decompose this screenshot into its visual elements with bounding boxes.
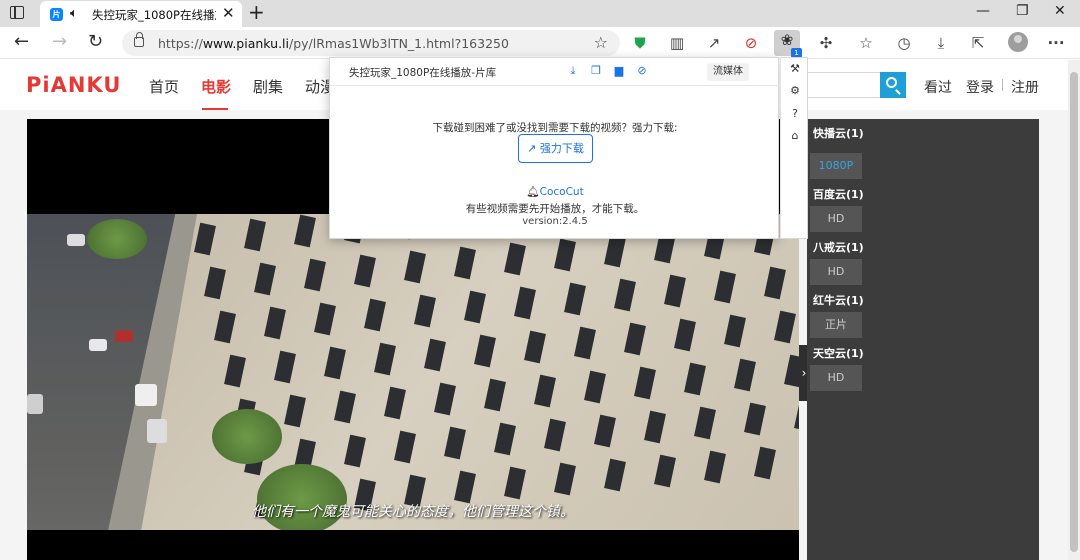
cococut-brand: CocoCut — [539, 186, 584, 198]
car-image — [89, 339, 107, 351]
popup-version: version:2.4.5 — [522, 216, 588, 227]
popup-side-bar: ⚒ ⚙ ? ⌂ — [780, 57, 808, 239]
video-subtitle: 他们有一个魔鬼可能关心的态度，他们管理这个镇。 — [252, 504, 574, 520]
tab-bar: 片 🔈︎ 失控玩家_1080P在线播放-片 ✕ + — ❐ ✕ — [0, 0, 1080, 27]
popup-header: 失控玩家_1080P在线播放-片库 ⤓ ❐ ▆ ⊘ 流媒体 — [330, 58, 780, 86]
gear-icon[interactable]: ⚙ — [788, 84, 802, 98]
search-button[interactable] — [880, 72, 906, 98]
site-logo[interactable]: PiANKU — [26, 73, 121, 97]
menu-item-home[interactable]: 首页 — [149, 76, 179, 97]
screen: 片 🔈︎ 失控玩家_1080P在线播放-片 ✕ + — ❐ ✕ ← → ↻ ht… — [0, 0, 1080, 560]
car-image — [135, 384, 157, 406]
minimize-icon[interactable]: — — [976, 3, 990, 19]
chart-icon[interactable]: ↗ — [704, 33, 724, 53]
reader-icon[interactable]: ▥ — [667, 33, 687, 53]
puzzle-icon[interactable]: ✣ — [816, 33, 836, 53]
login-link[interactable]: 登录 — [966, 77, 994, 97]
scrollbar-thumb[interactable] — [1070, 72, 1078, 552]
download-icon[interactable]: ⤓ — [566, 64, 580, 78]
reload-icon[interactable]: ↻ — [88, 32, 103, 52]
cococut-icon[interactable]: ❀ 1 — [774, 30, 802, 58]
home-icon[interactable]: ⌂ — [788, 129, 802, 143]
window-close-icon[interactable]: ✕ — [1054, 3, 1066, 19]
help-icon[interactable]: ? — [788, 107, 802, 121]
source-button[interactable]: HD — [810, 206, 862, 232]
header-separator — [1002, 79, 1003, 91]
tree-image — [87, 219, 147, 259]
plus-icon[interactable]: + — [248, 1, 265, 23]
back-icon[interactable]: ← — [14, 32, 29, 52]
cococut-popup: 失控玩家_1080P在线播放-片库 ⤓ ❐ ▆ ⊘ 流媒体 下载碰到困难了或没找… — [329, 57, 780, 239]
more-icon[interactable]: ··· — [1046, 33, 1066, 53]
source-group-name: 天空云(1) — [813, 347, 864, 360]
url-text[interactable]: https://www.pianku.li/py/lRmas1Wb3lTN_1.… — [158, 36, 509, 51]
window-icon[interactable] — [10, 6, 24, 19]
popup-title: 失控玩家_1080P在线播放-片库 — [349, 67, 497, 79]
register-link[interactable]: 注册 — [1011, 77, 1039, 97]
hammer-icon: ↗ — [527, 142, 540, 155]
menu-item-series[interactable]: 剧集 — [253, 76, 283, 97]
forward-icon[interactable]: → — [52, 32, 67, 52]
source-group-name: 红牛云(1) — [813, 294, 864, 307]
history-icon[interactable]: ◷ — [894, 33, 914, 53]
address-bar[interactable]: https://www.pianku.li/py/lRmas1Wb3lTN_1.… — [122, 30, 620, 56]
star-add-icon[interactable]: ☆ — [594, 33, 608, 52]
stream-type-tag[interactable]: 流媒体 — [707, 63, 749, 81]
video-frame — [27, 214, 799, 530]
hammer-icon[interactable]: ⚒ — [788, 62, 802, 76]
bell-icon: 🔔︎ — [526, 186, 540, 198]
menu-item-movies[interactable]: 电影 — [201, 76, 231, 97]
popup-note: 有些视频需要先开始播放，才能下载。 — [465, 203, 645, 215]
search-icon — [886, 77, 897, 88]
car-image — [67, 234, 85, 246]
source-group-name: 快播云(1) — [813, 127, 864, 140]
popup-hint: 下载碰到困难了或没找到需要下载的视频？强力下载: — [432, 122, 678, 134]
browser-toolbar: ← → ↻ https://www.pianku.li/py/lRmas1Wb3… — [0, 27, 1080, 59]
lock-icon[interactable] — [134, 32, 144, 47]
avatar[interactable] — [1008, 32, 1028, 52]
file-icon[interactable]: ▆ — [612, 64, 626, 78]
tab-title: 失控玩家_1080P在线播放-片 — [92, 8, 216, 22]
cococut-link[interactable]: 🔔︎CocoCut — [330, 185, 780, 198]
tree-image — [212, 409, 282, 464]
force-download-button[interactable]: ↗ 强力下载 — [518, 134, 593, 163]
search-input[interactable] — [806, 72, 880, 98]
source-button[interactable]: HD — [810, 259, 862, 285]
source-button[interactable]: 正片 — [810, 312, 862, 338]
watched-link[interactable]: 看过 — [924, 77, 952, 97]
force-download-label: 强力下载 — [539, 142, 584, 155]
source-button[interactable]: 1080P — [810, 153, 862, 179]
stop-icon[interactable]: ⊘ — [741, 33, 761, 53]
site-favicon-icon: 片 — [50, 8, 63, 21]
favorites-icon[interactable]: ☆ — [856, 33, 876, 53]
car-image — [115, 330, 133, 342]
source-button[interactable]: HD — [810, 365, 862, 391]
restore-icon[interactable]: ❐ — [1016, 3, 1029, 19]
source-group-name: 八戒云(1) — [813, 241, 864, 254]
source-list: 快播云(1) 1080P 百度云(1) HD 八戒云(1) HD 红牛云(1) … — [807, 119, 1039, 560]
download-icon[interactable]: ⤓ — [931, 33, 951, 53]
speaker-icon[interactable]: 🔈︎ — [70, 6, 78, 21]
car-image — [147, 419, 167, 443]
close-icon[interactable]: ✕ — [222, 4, 235, 22]
block-icon[interactable]: ⊘ — [635, 64, 649, 78]
share-icon[interactable]: ⇱ — [968, 33, 988, 53]
page-scrollbar[interactable] — [1068, 60, 1080, 560]
browser-tab[interactable]: 片 🔈︎ 失控玩家_1080P在线播放-片 ✕ — [40, 1, 242, 27]
copy-icon[interactable]: ❐ — [589, 64, 603, 78]
shield-icon[interactable]: ⛊ — [630, 33, 650, 53]
car-image — [27, 394, 43, 414]
source-group-name: 百度云(1) — [813, 188, 864, 201]
